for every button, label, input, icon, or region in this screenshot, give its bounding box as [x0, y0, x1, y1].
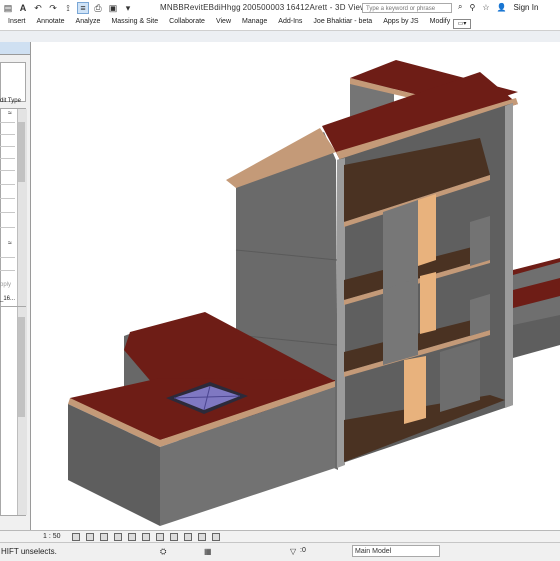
door-upper: [418, 194, 436, 266]
apply-button[interactable]: pply: [0, 282, 11, 288]
hide-isolate-icon[interactable]: [184, 533, 192, 541]
tab-insert[interactable]: Insert: [8, 18, 26, 25]
render-icon[interactable]: [128, 533, 136, 541]
project-browser-item[interactable]: _16...: [0, 296, 15, 302]
status-message: HIFT unselects.: [1, 547, 57, 556]
ground-partition: [440, 340, 480, 412]
lock-view-icon[interactable]: [170, 533, 178, 541]
tab-apps-by-js[interactable]: Apps by JS: [383, 18, 418, 25]
tab-collaborate[interactable]: Collaborate: [169, 18, 205, 25]
collapse-icon[interactable]: ≈: [8, 240, 12, 247]
selection-count: :0: [300, 547, 306, 554]
tab-joe-bhaktiar[interactable]: Joe Bhaktiar - beta: [313, 18, 372, 25]
scroll-thumb[interactable]: [18, 122, 25, 182]
text-icon[interactable]: A: [17, 2, 29, 14]
search-icon[interactable]: ⌕: [458, 2, 462, 12]
measure-icon[interactable]: ⟟: [62, 2, 74, 14]
tab-add-ins[interactable]: Add-Ins: [278, 18, 302, 25]
scroll-thumb[interactable]: [18, 317, 25, 417]
shadows-icon[interactable]: [114, 533, 122, 541]
title-bar: ▤ A ↶ ↷ ⟟ ≡ ⎙ ▣ ▾ MNBBRevitEBdiHhgg 2005…: [0, 0, 560, 18]
search-input[interactable]: Type a keyword or phrase: [362, 3, 452, 13]
active-model-select[interactable]: Main Model: [352, 545, 440, 557]
door-middle: [420, 272, 436, 334]
collapse-icon[interactable]: ≈: [8, 110, 12, 117]
reveal-hidden-icon[interactable]: [198, 533, 206, 541]
tab-modify[interactable]: Modify: [430, 18, 451, 25]
section-cut-left-wall: [337, 158, 345, 468]
dropdown-icon[interactable]: ▾: [122, 2, 134, 14]
building-section-model: [68, 60, 560, 526]
print-icon[interactable]: ⎙: [92, 2, 104, 14]
filter-icon[interactable]: ▽: [290, 547, 296, 556]
show-crop-icon[interactable]: [156, 533, 164, 541]
window-title: MNBBRevitEBdiHhgg 200500003 16412Arett -…: [160, 3, 388, 12]
redo-icon[interactable]: ↷: [47, 2, 59, 14]
tab-annotate[interactable]: Annotate: [37, 18, 65, 25]
crop-icon[interactable]: [142, 533, 150, 541]
type-selector[interactable]: [0, 62, 26, 102]
view-control-icons: [72, 533, 220, 541]
section-cut-right-wall: [505, 103, 513, 408]
tab-massing-site[interactable]: Massing & Site: [111, 18, 158, 25]
thin-lines-icon[interactable]: ≡: [77, 2, 89, 14]
view-scale[interactable]: 1 : 50: [43, 533, 61, 540]
worksets-icon[interactable]: ⛭: [160, 547, 166, 557]
tab-manage[interactable]: Manage: [242, 18, 267, 25]
switch-windows-icon[interactable]: ▣: [107, 2, 119, 14]
undo-icon[interactable]: ↶: [32, 2, 44, 14]
title-right-tools: ⌕ ⚲ ☆ 👤 Sign In: [458, 2, 538, 12]
status-bar: HIFT unselects. ⛭ ▦ ▽ :0 Main Model: [0, 542, 560, 561]
edit-type-button[interactable]: dit Type: [0, 98, 21, 104]
properties-panel: dit Type ≈ ≈ pply _16...: [0, 42, 31, 530]
star-icon[interactable]: ☆: [482, 3, 489, 12]
quick-access-toolbar: ▤ A ↶ ↷ ⟟ ≡ ⎙ ▣ ▾: [2, 2, 134, 14]
design-options-icon[interactable]: ▦: [204, 547, 212, 556]
tab-analyze[interactable]: Analyze: [76, 18, 101, 25]
3d-view-canvas[interactable]: [31, 42, 560, 530]
ribbon-tabs: Insert Annotate Analyze Massing & Site C…: [0, 17, 560, 31]
visual-style-icon[interactable]: [86, 533, 94, 541]
ribbon-toggle-button[interactable]: ▭▾: [453, 19, 471, 29]
binoculars-icon[interactable]: ⚲: [469, 3, 475, 12]
tab-view[interactable]: View: [216, 18, 231, 25]
sign-in-link[interactable]: Sign In: [513, 3, 538, 12]
analytical-model-icon[interactable]: [212, 533, 220, 541]
detail-level-icon[interactable]: [72, 533, 80, 541]
user-icon[interactable]: 👤: [497, 3, 507, 12]
sun-path-icon[interactable]: [100, 533, 108, 541]
properties-header: [0, 42, 30, 55]
partition-wall: [383, 200, 418, 292]
door-ground: [404, 356, 426, 424]
open-icon[interactable]: ▤: [2, 2, 14, 14]
